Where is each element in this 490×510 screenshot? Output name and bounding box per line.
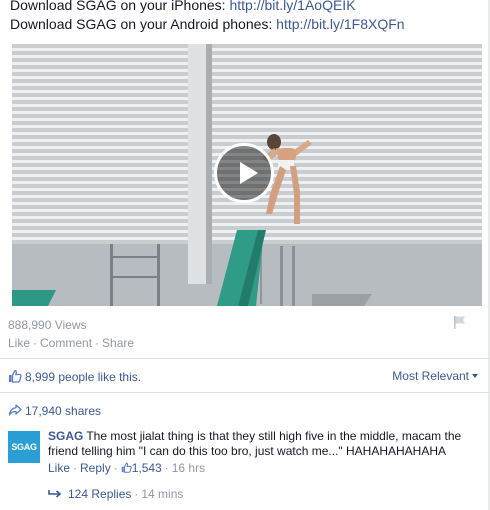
play-icon xyxy=(240,162,258,184)
avatar[interactable]: SGAG xyxy=(8,431,40,463)
ios-link[interactable]: http://bit.ly/1AoQEIK xyxy=(229,0,355,13)
replies-count: 124 Replies xyxy=(68,487,132,501)
view-count: 888,990 Views xyxy=(8,318,87,332)
flag-icon[interactable] xyxy=(452,314,468,330)
post-actions: Like · Comment · Share xyxy=(8,336,134,350)
sort-label: Most Relevant xyxy=(392,369,469,383)
separator-dot: · xyxy=(164,461,169,475)
comment-meta: Like · Reply · 1,543 · 16 hrs xyxy=(48,461,478,476)
comment-author[interactable]: SGAG xyxy=(48,429,83,443)
android-link[interactable]: http://bit.ly/1F8XQFn xyxy=(276,16,404,32)
share-arrow-icon xyxy=(8,404,22,416)
separator-dot: · xyxy=(33,336,38,350)
divider xyxy=(0,392,490,393)
share-action[interactable]: Share xyxy=(102,336,134,350)
ios-text: Download SGAG on your iPhones: xyxy=(10,0,230,13)
thumbs-up-icon xyxy=(121,462,132,473)
ios-line: Download SGAG on your iPhones: http://bi… xyxy=(10,0,405,15)
comment-like-button[interactable]: Like xyxy=(48,461,70,475)
like-action[interactable]: Like xyxy=(8,336,30,350)
reply-arrow-icon xyxy=(48,490,62,498)
android-line: Download SGAG on your Android phones: ht… xyxy=(10,15,405,34)
comment-body: SGAG The most jialat thing is that they s… xyxy=(48,429,478,476)
comment-text: The most jialat thing is that they still… xyxy=(48,429,462,458)
thumbs-up-icon xyxy=(9,369,22,383)
play-button[interactable] xyxy=(214,143,274,203)
divider xyxy=(0,358,490,359)
replies-time: 14 mins xyxy=(141,487,184,501)
separator-dot: · xyxy=(113,461,118,475)
comment-reply-button[interactable]: Reply xyxy=(80,461,111,475)
view-replies-link[interactable]: 124 Replies · 14 mins xyxy=(48,487,183,501)
video-player[interactable] xyxy=(12,44,482,306)
separator-dot: · xyxy=(73,461,78,475)
comment-action[interactable]: Comment xyxy=(40,336,92,350)
chevron-down-icon xyxy=(472,374,478,378)
separator-dot: · xyxy=(95,336,100,350)
android-text: Download SGAG on your Android phones: xyxy=(10,16,277,32)
likes-text[interactable]: 8,999 people like this. xyxy=(25,370,141,384)
sort-dropdown[interactable]: Most Relevant xyxy=(392,369,478,383)
post-text: Download SGAG on your iPhones: http://bi… xyxy=(10,0,405,34)
separator-dot: · xyxy=(134,487,139,501)
shares-text: 17,940 shares xyxy=(25,404,102,418)
shares-summary[interactable]: 17,940 shares xyxy=(8,403,101,418)
comment-time[interactable]: 16 hrs xyxy=(172,461,205,475)
likes-summary: 8,999 people like this. Most Relevant xyxy=(8,369,480,384)
comment-like-count[interactable]: 1,543 xyxy=(132,461,162,475)
